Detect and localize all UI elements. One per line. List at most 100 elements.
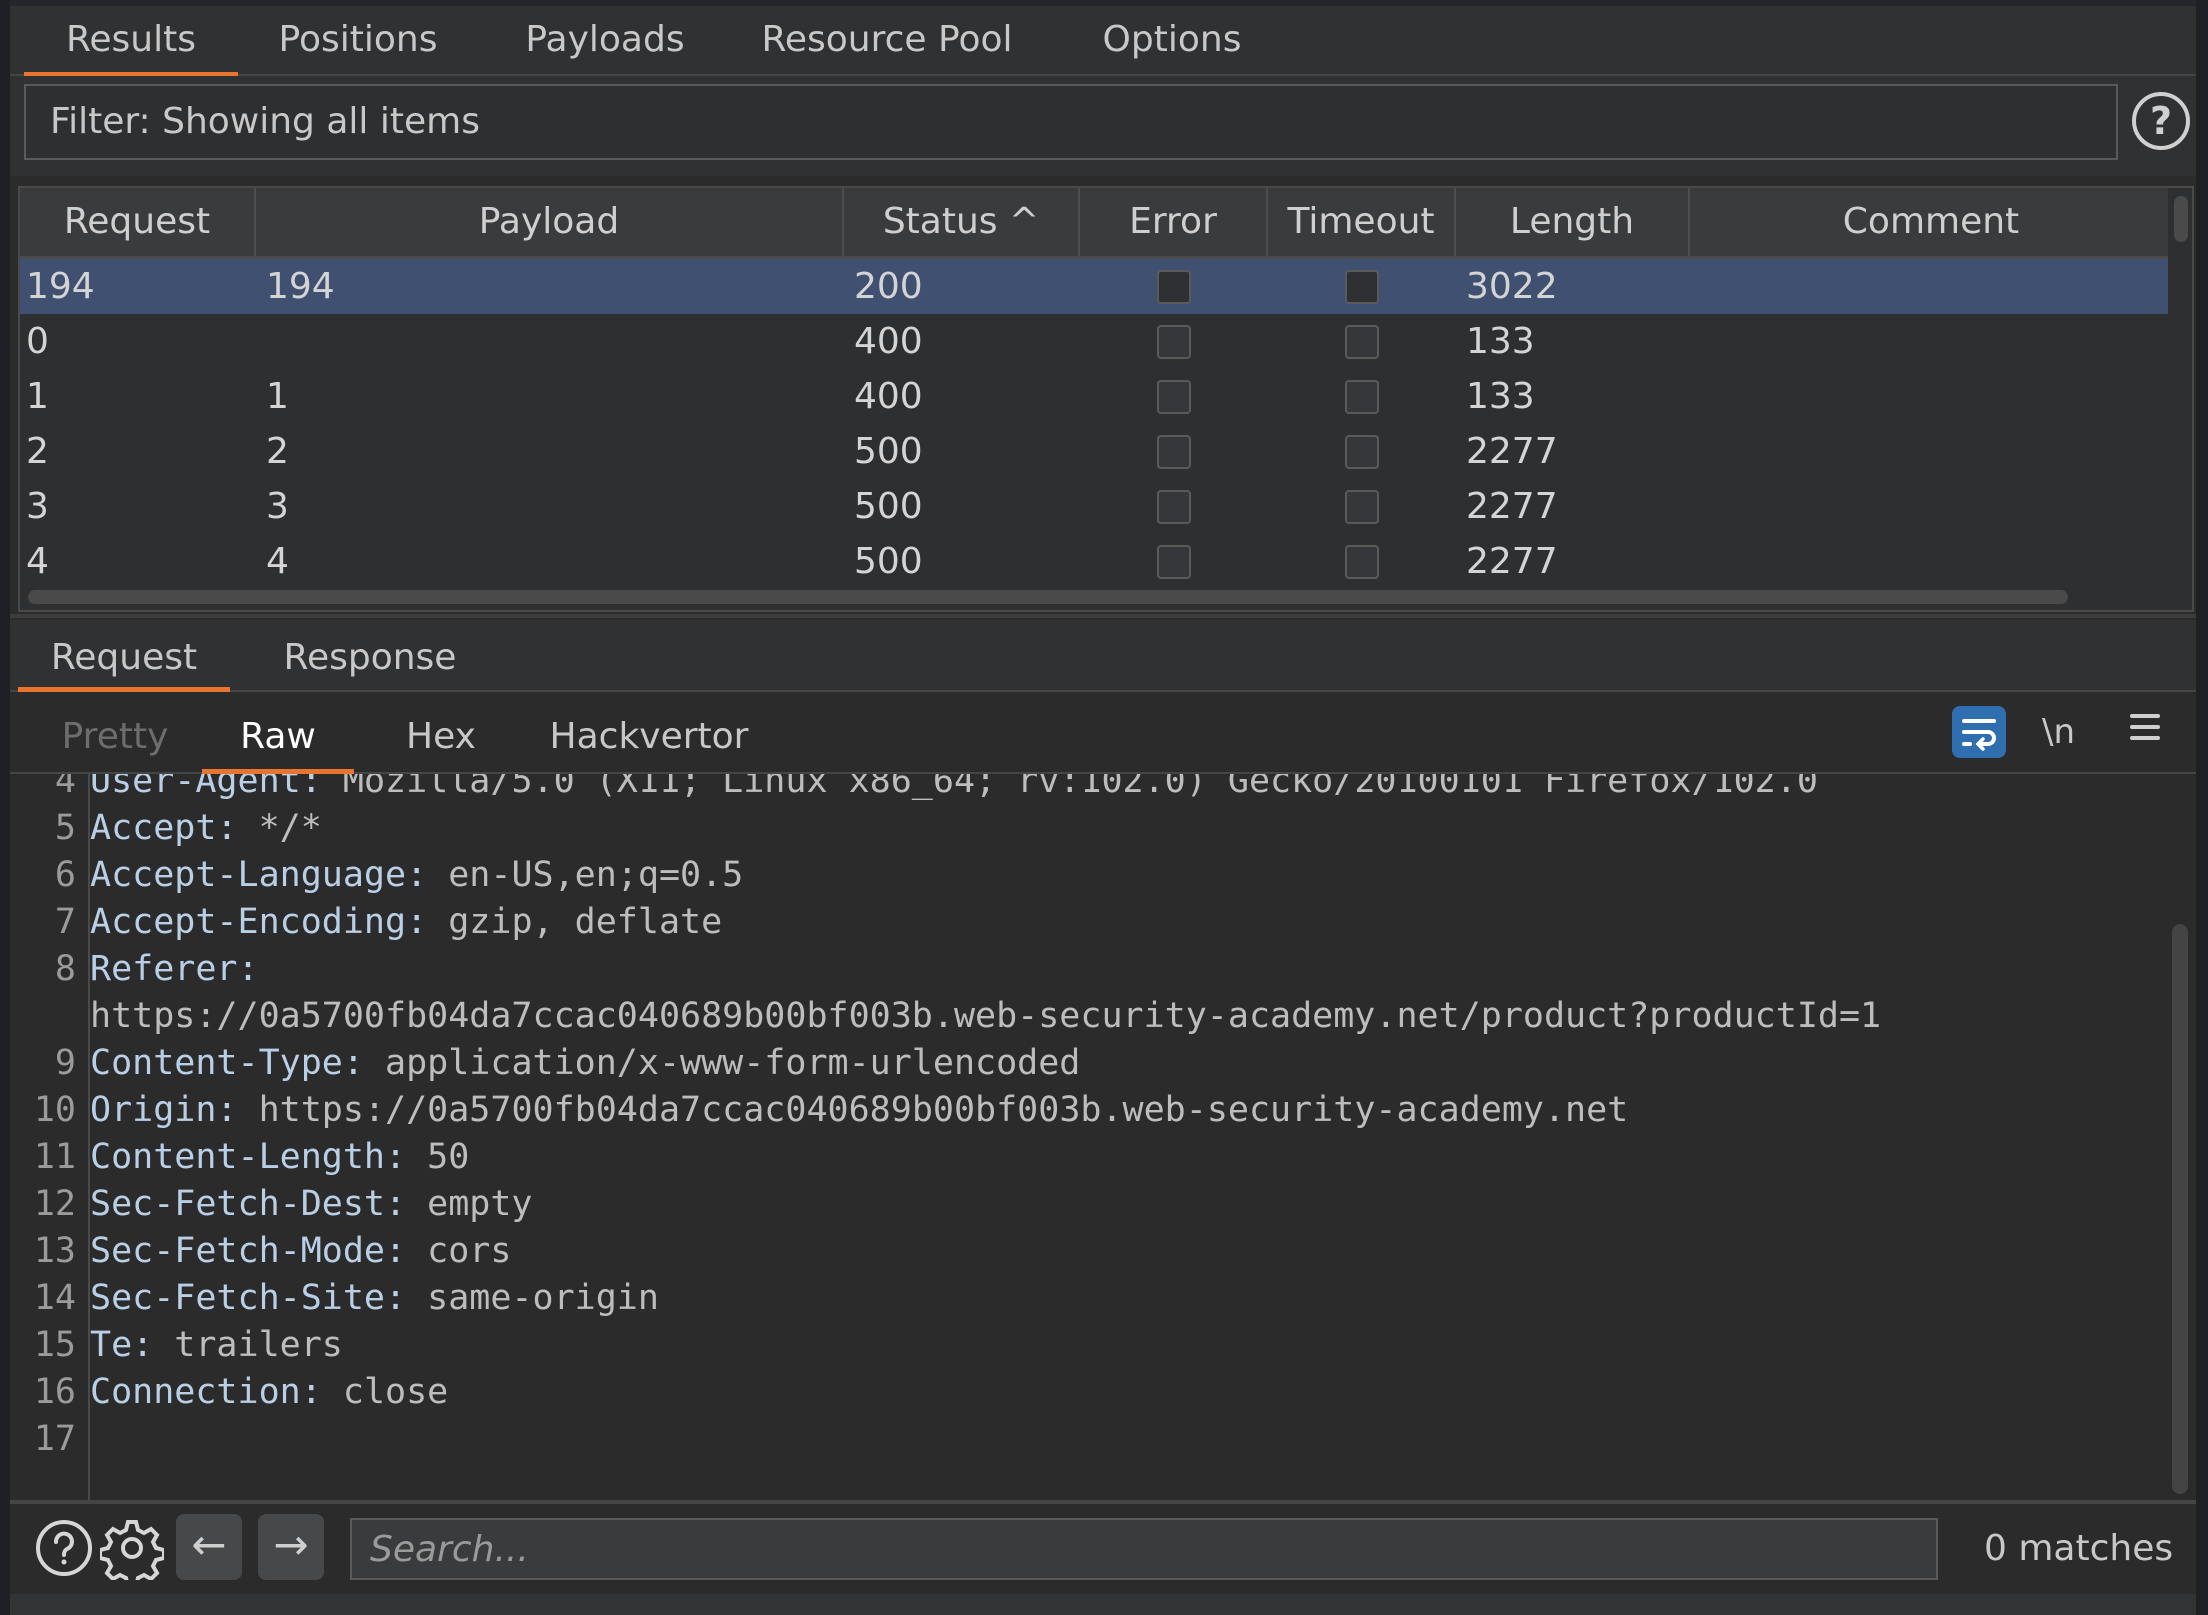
previous-match-button[interactable]: ← — [176, 1514, 242, 1580]
request-editor[interactable]: 4 User-Agent: Mozilla/5.0 (X11; Linux x86… — [10, 774, 2196, 1502]
header-name: Accept-Encoding: — [90, 902, 428, 942]
tab-request[interactable]: Request — [18, 620, 230, 692]
error-checkbox[interactable] — [1157, 435, 1191, 469]
error-checkbox[interactable] — [1157, 270, 1191, 304]
cell-status: 400 — [854, 376, 923, 417]
vertical-scrollbar[interactable] — [2174, 196, 2188, 242]
tab-positions[interactable]: Positions — [248, 6, 468, 74]
header-line: 9 Content-Type: application/x-www-form-ur… — [10, 1040, 1080, 1087]
filter-area: Filter: Showing all items ? — [10, 76, 2196, 176]
header-value: https://0a5700fb04da7ccac040689b00bf003b… — [237, 1090, 1629, 1130]
right-window-edge — [2196, 0, 2208, 1615]
body-line: 18stockApi=http%3A%2F%2F192.168.0.194%3A… — [10, 1463, 1228, 1502]
header-line: 13 Sec-Fetch-Mode: cors — [10, 1228, 512, 1275]
timeout-checkbox[interactable] — [1345, 380, 1379, 414]
error-checkbox[interactable] — [1157, 380, 1191, 414]
header-line: 8 Referer: — [10, 946, 259, 993]
column-header-payload[interactable]: Payload — [256, 188, 844, 256]
header-value: gzip, deflate — [427, 902, 723, 942]
cell-payload: 2 — [266, 431, 289, 472]
cell-length: 2277 — [1466, 486, 1558, 527]
timeout-checkbox[interactable] — [1345, 325, 1379, 359]
column-header-error[interactable]: Error — [1080, 188, 1268, 256]
tab-hex[interactable]: Hex — [386, 692, 496, 772]
search-input[interactable] — [350, 1518, 1938, 1580]
left-window-edge — [0, 0, 10, 1615]
line-number: 8 — [54, 949, 76, 989]
header-name: Accept: — [90, 808, 238, 848]
cell-request: 2 — [26, 431, 49, 472]
tab-response[interactable]: Response — [260, 620, 480, 690]
table-row[interactable]: 1 1 400 133 — [20, 369, 2168, 424]
header-value: cors — [406, 1231, 512, 1271]
cell-payload: 4 — [266, 541, 289, 582]
cell-length: 2277 — [1466, 431, 1558, 472]
show-newlines-button[interactable]: \n — [2042, 706, 2075, 758]
header-name: User-Agent: — [90, 774, 322, 801]
table-row[interactable]: 4 4 500 2277 — [20, 534, 2168, 589]
header-name: Te: — [90, 1325, 154, 1365]
message-tab-bar: Request Response — [10, 620, 2196, 692]
error-checkbox[interactable] — [1157, 545, 1191, 579]
cell-request: 4 — [26, 541, 49, 582]
header-name: Origin: — [90, 1090, 238, 1130]
split-pane-divider[interactable] — [10, 614, 2196, 618]
help-circle-icon[interactable] — [34, 1518, 94, 1582]
cell-length: 2277 — [1466, 541, 1558, 582]
header-line: 16 Connection: close — [10, 1369, 448, 1416]
line-number: 13 — [33, 1231, 76, 1271]
timeout-checkbox[interactable] — [1345, 490, 1379, 524]
column-header-request[interactable]: Request — [20, 188, 256, 256]
word-wrap-icon — [1962, 719, 1996, 751]
horizontal-scrollbar[interactable] — [28, 590, 2068, 604]
timeout-checkbox[interactable] — [1345, 270, 1379, 304]
line-number: 17 — [33, 1419, 76, 1459]
arrow-right-icon: → — [273, 1520, 309, 1569]
next-match-button[interactable]: → — [258, 1514, 324, 1580]
tab-raw[interactable]: Raw — [202, 692, 354, 774]
timeout-checkbox[interactable] — [1345, 545, 1379, 579]
header-line: 12 Sec-Fetch-Dest: empty — [10, 1181, 533, 1228]
match-count: 0 matches — [1984, 1528, 2174, 1569]
error-checkbox[interactable] — [1157, 325, 1191, 359]
table-row[interactable]: 194 194 200 3022 — [20, 259, 2168, 314]
timeout-checkbox[interactable] — [1345, 435, 1379, 469]
cell-status: 500 — [854, 431, 923, 472]
table-body: 194 194 200 3022 0 400 133 1 1 400 133 2 2 500 2277 3 3 5… — [20, 259, 2168, 589]
tab-options[interactable]: Options — [1080, 6, 1264, 74]
tab-pretty[interactable]: Pretty — [50, 692, 180, 772]
line-number: 5 — [54, 808, 76, 848]
tab-hackvertor[interactable]: Hackvertor — [532, 692, 766, 772]
editor-vertical-scrollbar[interactable] — [2172, 924, 2188, 1494]
filter-bar[interactable]: Filter: Showing all items — [24, 84, 2118, 160]
column-header-comment[interactable]: Comment — [1690, 188, 2172, 256]
help-circle-icon[interactable]: ? — [2132, 92, 2190, 150]
tab-payloads[interactable]: Payloads — [500, 6, 710, 74]
line-number: 15 — [33, 1325, 76, 1365]
cell-status: 200 — [854, 266, 923, 307]
line-number: 6 — [54, 855, 76, 895]
cell-request: 0 — [26, 321, 49, 362]
table-row[interactable]: 0 400 133 — [20, 314, 2168, 369]
header-value: https://0a5700fb04da7ccac040689b00bf003b… — [90, 996, 1882, 1036]
cell-length: 133 — [1466, 321, 1535, 362]
tab-results[interactable]: Results — [24, 6, 238, 77]
table-row[interactable]: 2 2 500 2277 — [20, 424, 2168, 479]
header-line: 15 Te: trailers — [10, 1322, 343, 1369]
hamburger-menu-icon[interactable] — [2130, 714, 2160, 748]
error-checkbox[interactable] — [1157, 490, 1191, 524]
cell-length: 133 — [1466, 376, 1535, 417]
header-value: en-US,en;q=0.5 — [427, 855, 744, 895]
gear-icon[interactable] — [98, 1516, 166, 1588]
column-header-timeout[interactable]: Timeout — [1268, 188, 1456, 256]
header-line-partial: 4 User-Agent: Mozilla/5.0 (X11; Linux x86… — [10, 774, 1818, 805]
column-header-length[interactable]: Length — [1456, 188, 1690, 256]
column-header-status[interactable]: Status ^ — [844, 188, 1080, 256]
table-row[interactable]: 3 3 500 2277 — [20, 479, 2168, 534]
header-value: 50 — [406, 1137, 470, 1177]
word-wrap-button[interactable] — [1952, 706, 2006, 758]
results-table: Request Payload Status ^ Error Timeout L… — [18, 186, 2194, 612]
header-value: */* — [237, 808, 322, 848]
tab-resource-pool[interactable]: Resource Pool — [744, 6, 1030, 74]
header-value: empty — [406, 1184, 533, 1224]
